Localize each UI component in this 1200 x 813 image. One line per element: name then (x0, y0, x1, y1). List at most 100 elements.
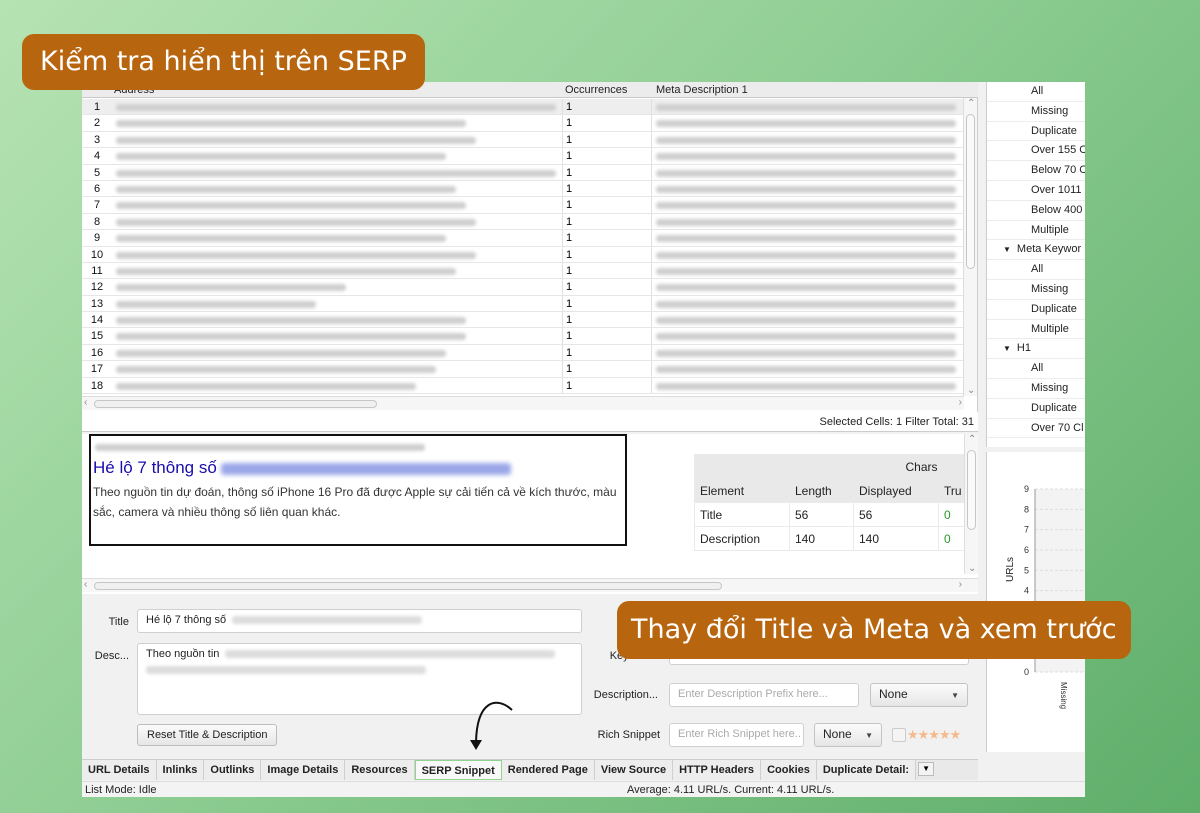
meta-description-cell[interactable] (652, 197, 964, 212)
tree-filter-item[interactable]: Below 400 (987, 201, 1085, 221)
tab-resources[interactable]: Resources (345, 760, 415, 780)
occurrences-cell[interactable]: 1 (562, 180, 652, 197)
occurrences-cell[interactable]: 1 (562, 328, 652, 344)
occurrences-cell[interactable]: 1 (562, 246, 652, 262)
tab-rendered-page[interactable]: Rendered Page (501, 760, 595, 780)
address-cell[interactable] (112, 181, 562, 196)
tree-filter-item[interactable]: All (987, 260, 1085, 280)
tree-group[interactable]: Meta Keywor (987, 240, 1085, 261)
description-prefix-select[interactable]: None ▼ (870, 683, 968, 707)
table-row[interactable]: 71 (82, 197, 964, 214)
scroll-thumb[interactable] (966, 114, 975, 269)
occurrences-cell[interactable]: 1 (562, 361, 652, 377)
tree-filter-item[interactable]: Duplicate (987, 122, 1085, 142)
table-row[interactable]: 13 1 (82, 295, 964, 313)
preview-horizontal-scrollbar[interactable]: ‹ › (82, 578, 978, 592)
meta-description-cell[interactable] (652, 279, 964, 294)
meta-description-cell[interactable] (652, 378, 964, 393)
occurrences-cell[interactable]: 1 (562, 99, 652, 115)
rating-checkbox[interactable] (892, 728, 906, 742)
occurrences-cell[interactable]: 1 (562, 279, 652, 295)
scroll-thumb[interactable] (967, 450, 976, 530)
scroll-thumb[interactable] (94, 582, 722, 590)
tab-duplicate-detail[interactable]: Duplicate Detail: (816, 760, 917, 780)
meta-description-cell[interactable] (652, 132, 964, 147)
rich-snippet-select[interactable]: None ▼ (814, 723, 882, 747)
table-row[interactable]: 11 (82, 99, 964, 116)
occurrences-cell[interactable]: 1 (562, 312, 652, 328)
tab-image-details[interactable]: Image Details (261, 760, 346, 780)
address-cell[interactable] (112, 312, 562, 327)
occurrences-cell[interactable]: 1 (562, 344, 652, 361)
meta-description-cell[interactable] (652, 312, 964, 327)
address-cell[interactable] (112, 148, 562, 163)
reset-title-description-button[interactable]: Reset Title & Description (137, 724, 278, 746)
tab-view-source[interactable]: View Source (594, 760, 674, 780)
tree-filter-item[interactable]: All (987, 82, 1085, 102)
grid-horizontal-scrollbar[interactable]: ‹ › (82, 396, 964, 410)
tree-filter-item[interactable]: Over 155 C (987, 141, 1085, 162)
address-cell[interactable] (112, 99, 562, 114)
tree-filter-item[interactable]: Duplicate (987, 300, 1085, 320)
table-row[interactable]: 21 (82, 115, 964, 132)
column-occurrences[interactable]: Occurrences (565, 84, 627, 96)
table-row[interactable]: 16 1 (82, 344, 964, 362)
tree-filter-item[interactable]: Over 70 Cl (987, 419, 1085, 439)
table-row[interactable]: 14 1 (82, 312, 964, 329)
tab-outlinks[interactable]: Outlinks (204, 760, 262, 780)
scroll-up-icon[interactable]: ⌃ (968, 434, 976, 445)
address-cell[interactable] (112, 132, 562, 147)
meta-description-cell[interactable] (652, 230, 964, 245)
occurrences-cell[interactable]: 1 (562, 377, 652, 394)
occurrences-cell[interactable]: 1 (562, 197, 652, 213)
meta-description-cell[interactable] (652, 361, 964, 376)
address-cell[interactable] (112, 197, 562, 212)
occurrences-cell[interactable]: 1 (562, 148, 652, 164)
tab-url-details[interactable]: URL Details (82, 760, 157, 780)
table-row[interactable]: 11 1 (82, 262, 964, 280)
grid-vertical-scrollbar[interactable]: ⌃ ⌄ (963, 98, 977, 396)
tree-filter-item[interactable]: Multiple (987, 320, 1085, 340)
scroll-down-icon[interactable]: ⌄ (968, 563, 976, 574)
meta-description-cell[interactable] (652, 148, 964, 163)
scroll-left-icon[interactable]: ‹ (84, 579, 87, 590)
meta-description-cell[interactable] (652, 328, 964, 343)
tab-http-headers[interactable]: HTTP Headers (673, 760, 762, 780)
tab-cookies[interactable]: Cookies (761, 760, 817, 780)
table-row[interactable]: 17 1 (82, 361, 964, 378)
table-row[interactable]: 91 (82, 230, 964, 247)
scroll-left-icon[interactable]: ‹ (84, 397, 87, 408)
scroll-down-icon[interactable]: ⌄ (967, 385, 975, 396)
tab-inlinks[interactable]: Inlinks (156, 760, 205, 780)
meta-description-cell[interactable] (652, 214, 964, 229)
scroll-right-icon[interactable]: › (959, 579, 962, 590)
table-row[interactable]: 31 (82, 131, 964, 149)
table-row[interactable]: 81 (82, 213, 964, 231)
table-row[interactable]: 41 (82, 148, 964, 165)
column-meta-description[interactable]: Meta Description 1 (656, 84, 748, 96)
tree-filter-item[interactable]: Missing (987, 102, 1085, 122)
occurrences-cell[interactable]: 1 (562, 230, 652, 246)
tree-filter-item[interactable]: Over 1011 (987, 181, 1085, 201)
tree-filter-item[interactable]: Missing (987, 379, 1085, 399)
address-cell[interactable] (112, 328, 562, 343)
scroll-right-icon[interactable]: › (959, 397, 962, 408)
meta-description-cell[interactable] (652, 115, 964, 130)
meta-description-cell[interactable] (652, 165, 964, 180)
tree-filter-item[interactable]: Duplicate (987, 399, 1085, 419)
meta-description-cell[interactable] (652, 181, 964, 196)
tree-filter-item[interactable]: All (987, 359, 1085, 379)
tree-filter-item[interactable]: Below 70 C (987, 161, 1085, 181)
occurrences-cell[interactable]: 1 (562, 131, 652, 148)
tree-filter-item[interactable]: Missing (987, 280, 1085, 300)
meta-description-cell[interactable] (652, 263, 964, 278)
address-cell[interactable] (112, 247, 562, 262)
table-row[interactable]: 61 (82, 180, 964, 198)
scroll-up-icon[interactable]: ⌃ (967, 98, 975, 109)
address-cell[interactable] (112, 378, 562, 393)
address-cell[interactable] (112, 279, 562, 294)
occurrences-cell[interactable]: 1 (562, 213, 652, 230)
description-prefix-input[interactable]: Enter Description Prefix here... (669, 683, 859, 707)
address-cell[interactable] (112, 263, 562, 278)
table-row[interactable]: 18 1 (82, 377, 964, 395)
